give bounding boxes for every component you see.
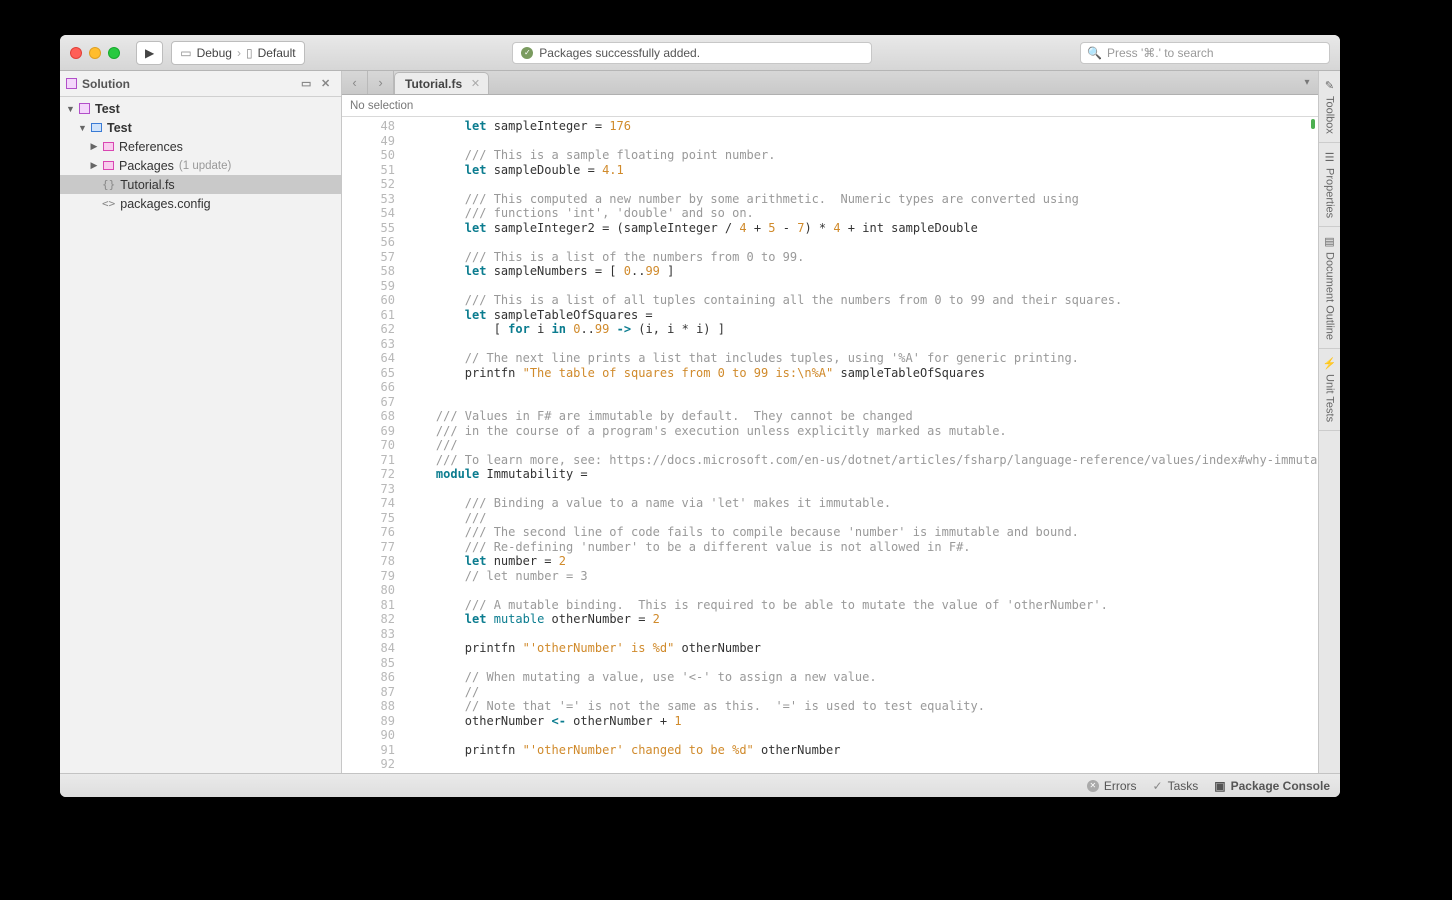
chevron-down-icon[interactable]: ▼ [78,123,86,133]
tab-bar: ‹ › Tutorial.fs ✕ ▾ [342,71,1318,95]
toolbox-icon: ✎ [1325,79,1334,92]
errors-button[interactable]: ✕Errors [1087,779,1137,793]
solution-icon [66,78,77,89]
file-node-tutorial[interactable]: {} Tutorial.fs [60,175,341,194]
device-icon: ▯ [246,46,253,60]
pad-close-icon[interactable]: ✕ [321,77,335,91]
play-icon: ▶ [145,46,154,60]
right-rail: ✎Toolbox ☰Properties ▤Document Outline ⚡… [1318,71,1340,773]
solution-pad-title: Solution [82,77,130,91]
close-tab-icon[interactable]: ✕ [471,77,480,90]
close-window-button[interactable] [70,47,82,59]
project-node[interactable]: ▼ Test [60,118,341,137]
error-icon: ✕ [1087,780,1099,792]
check-icon: ✓ [1153,779,1163,793]
target-label: Default [258,46,296,60]
solution-pad-header: Solution ▭ ✕ [60,71,341,97]
line-gutter: 4849505152535455565758596061626364656667… [342,117,407,773]
search-input[interactable]: 🔍 Press '⌘.' to search [1080,42,1330,64]
search-placeholder: Press '⌘.' to search [1107,46,1214,60]
code-editor[interactable]: 4849505152535455565758596061626364656667… [342,117,1318,773]
editor-area: ‹ › Tutorial.fs ✕ ▾ No selection 4849505… [342,71,1318,773]
fsharp-file-icon: {} [102,178,115,191]
status-pill: ✓ Packages successfully added. [512,42,872,64]
device-icon: ▭ [180,46,191,60]
solution-pad: Solution ▭ ✕ ▼ Test ▼ Test ▶ [60,71,342,773]
window-controls [70,47,120,59]
scroll-marker [1311,119,1315,129]
properties-icon: ☰ [1325,151,1335,164]
folder-icon [103,142,114,151]
package-console-button[interactable]: ▣Package Console [1214,779,1330,793]
titlebar: ▶ ▭ Debug › ▯ Default ✓ Packages success… [60,35,1340,71]
solution-icon [79,103,90,114]
solution-root[interactable]: ▼ Test [60,99,341,118]
minimize-window-button[interactable] [89,47,101,59]
properties-tab[interactable]: ☰Properties [1319,143,1340,227]
nav-forward-button[interactable]: › [368,71,394,94]
project-icon [91,123,102,132]
status-bar: ✕Errors ✓Tasks ▣Package Console [60,773,1340,797]
search-icon: 🔍 [1087,46,1102,60]
file-node-packages-config[interactable]: <> packages.config [60,194,341,213]
document-outline-tab[interactable]: ▤Document Outline [1319,227,1340,349]
status-text: Packages successfully added. [539,46,700,60]
breadcrumb-text: No selection [350,100,413,112]
check-icon: ✓ [521,47,533,59]
unit-tests-icon: ⚡ [1323,357,1337,370]
references-node[interactable]: ▶ References [60,137,341,156]
pad-options-icon[interactable]: ▭ [301,77,315,91]
toolbox-tab[interactable]: ✎Toolbox [1319,71,1340,143]
xml-file-icon: <> [102,197,115,210]
tab-overflow-button[interactable]: ▾ [1296,71,1318,94]
nav-back-button[interactable]: ‹ [342,71,368,94]
unit-tests-tab[interactable]: ⚡Unit Tests [1319,349,1340,431]
tasks-button[interactable]: ✓Tasks [1153,779,1199,793]
document-outline-icon: ▤ [1324,235,1334,248]
packages-node[interactable]: ▶ Packages (1 update) [60,156,341,175]
ide-window: ▶ ▭ Debug › ▯ Default ✓ Packages success… [60,35,1340,797]
solution-tree[interactable]: ▼ Test ▼ Test ▶ References ▶ Pac [60,97,341,773]
config-target-selector[interactable]: ▭ Debug › ▯ Default [171,41,304,65]
chevron-right-icon[interactable]: ▶ [90,160,98,171]
packages-update-badge: (1 update) [179,160,231,172]
console-icon: ▣ [1214,779,1225,793]
run-button[interactable]: ▶ [136,41,163,65]
tab-label: Tutorial.fs [405,77,462,91]
maximize-window-button[interactable] [108,47,120,59]
chevron-down-icon[interactable]: ▼ [66,104,74,114]
config-label: Debug [197,46,232,60]
folder-icon [103,161,114,170]
breadcrumb-bar[interactable]: No selection [342,95,1318,117]
code-content[interactable]: let sampleInteger = 176 /// This is a sa… [407,117,1318,773]
chevron-right-icon[interactable]: ▶ [90,141,98,152]
tab-tutorial[interactable]: Tutorial.fs ✕ [394,72,489,94]
